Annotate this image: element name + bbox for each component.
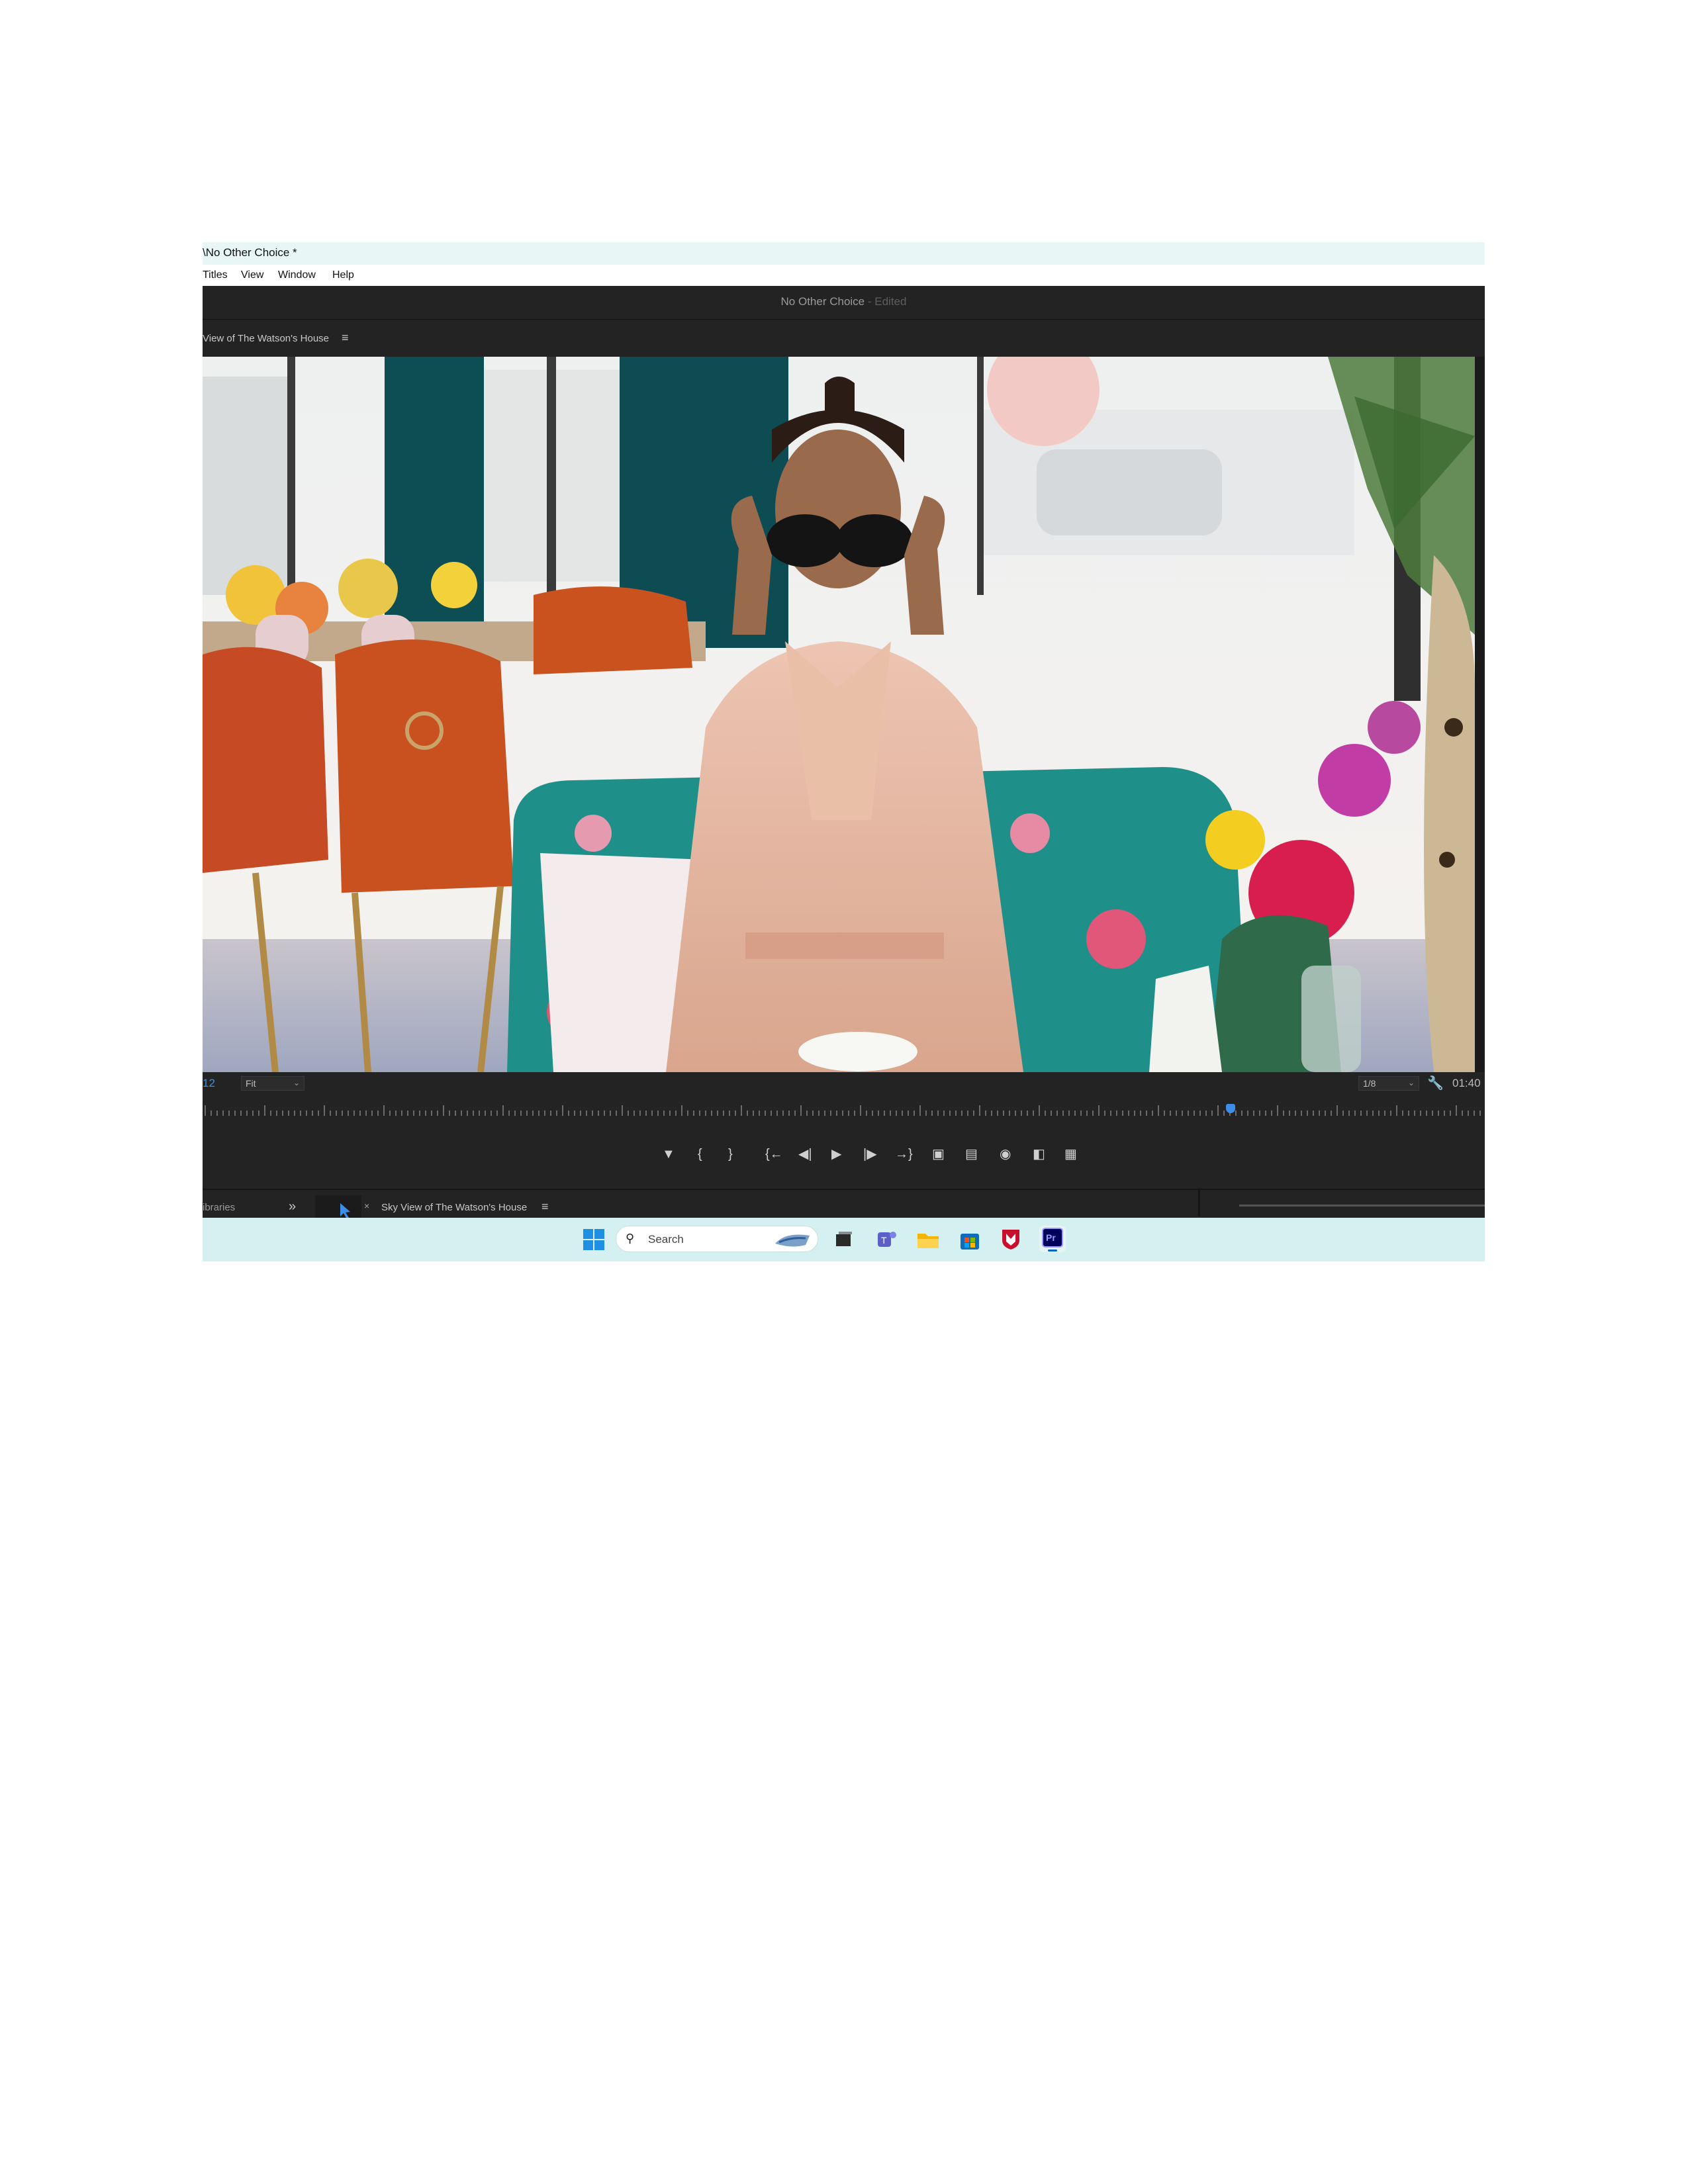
file-explorer-icon[interactable] [916, 1228, 940, 1251]
program-monitor-video [203, 357, 1475, 1072]
svg-text:T: T [881, 1235, 887, 1246]
windows-taskbar: ⚲ Search T Pr [203, 1218, 1485, 1261]
project-name: No Other Choice [780, 295, 865, 308]
transport-controls: ▼ { } {← ◀| ▶ |▶ →} ▣ ▤ ◉ ◧ ▦ [203, 1124, 1485, 1189]
mark-in-icon[interactable]: { [698, 1148, 702, 1161]
hamburger-menu-icon[interactable]: ≡ [342, 331, 349, 345]
selection-tool-box[interactable] [315, 1195, 361, 1220]
search-icon: ⚲ [626, 1232, 635, 1245]
sequence-tab[interactable]: Sky View of The Watson's House [381, 1202, 527, 1213]
playback-resolution-value: 1/8 [1363, 1078, 1376, 1089]
menu-bar: Titles View Window Help [203, 265, 1485, 286]
playhead-timecode[interactable]: 12 [203, 1077, 215, 1090]
project-title: No Other Choice - Edited [203, 295, 1485, 308]
task-view-icon[interactable] [834, 1230, 854, 1250]
export-frame-icon[interactable]: ◉ [1000, 1148, 1011, 1161]
playback-resolution-select[interactable]: 1/8 ⌄ [1358, 1076, 1419, 1091]
menu-item-help[interactable]: Help [332, 269, 354, 281]
panel-divider[interactable] [1198, 1190, 1200, 1216]
video-frame-image [203, 357, 1475, 1072]
duration-timecode: 01:40 [1452, 1077, 1481, 1089]
zoom-level-select[interactable]: Fit ⌄ [241, 1076, 305, 1091]
close-icon[interactable]: × [364, 1201, 369, 1211]
add-marker-icon[interactable]: ▼ [662, 1148, 675, 1161]
menu-item-window[interactable]: Window [278, 269, 316, 281]
edited-status: - Edited [867, 295, 907, 308]
widget-icon[interactable] [773, 1229, 814, 1250]
monitor-right-edge [1475, 357, 1485, 1072]
app-screenshot: \No Other Choice * Titles View Window He… [203, 242, 1485, 1261]
active-app-indicator [1048, 1250, 1057, 1251]
menu-item-view[interactable]: View [241, 269, 263, 281]
premiere-pro-icon: Pr [1042, 1228, 1063, 1248]
taskbar-search-input[interactable]: ⚲ Search [616, 1226, 818, 1252]
premiere-taskbar-button[interactable]: Pr [1039, 1226, 1066, 1252]
hamburger-menu-icon[interactable]: ≡ [541, 1200, 549, 1214]
selection-arrow-icon [340, 1203, 350, 1219]
timeline-track-line [1239, 1205, 1485, 1206]
store-icon[interactable] [959, 1228, 981, 1251]
chevron-double-right-icon[interactable]: » [289, 1199, 296, 1214]
button-editor-icon[interactable]: ▦ [1064, 1148, 1077, 1161]
zoom-level-value: Fit [246, 1078, 256, 1089]
source-panel-tab[interactable]: View of The Watson's House [203, 333, 329, 344]
wrench-icon[interactable]: 🔧 [1427, 1075, 1444, 1091]
play-icon[interactable]: ▶ [831, 1148, 841, 1161]
search-placeholder: Search [648, 1233, 684, 1246]
playhead-handle[interactable] [1226, 1104, 1235, 1113]
source-panel-header: View of The Watson's House ≡ [203, 320, 1485, 357]
comparison-view-icon[interactable]: ◧ [1033, 1148, 1045, 1161]
step-forward-icon[interactable]: |▶ [863, 1148, 877, 1161]
time-ruler[interactable] [203, 1095, 1485, 1124]
go-to-in-icon[interactable]: {← [765, 1148, 783, 1161]
mark-out-icon[interactable]: } [728, 1148, 733, 1161]
windows-start-icon[interactable] [583, 1228, 605, 1251]
overwrite-icon[interactable]: ▤ [965, 1148, 978, 1161]
go-to-out-icon[interactable]: →} [895, 1148, 913, 1161]
menu-item-titles[interactable]: Titles [203, 269, 228, 281]
chevron-down-icon: ⌄ [1407, 1078, 1415, 1087]
window-title-bar: \No Other Choice * [203, 242, 1485, 265]
premiere-pro-label: Pr [1046, 1232, 1056, 1243]
app-header: No Other Choice - Edited [203, 286, 1485, 320]
ruler-ticks [205, 1105, 1481, 1116]
mcafee-icon[interactable] [1000, 1227, 1022, 1251]
monitor-controls-row: 12 Fit ⌄ 1/8 ⌄ 🔧 01:40 [203, 1072, 1485, 1095]
libraries-tab[interactable]: ibraries [203, 1202, 235, 1213]
teams-icon[interactable]: T [875, 1228, 898, 1251]
insert-icon[interactable]: ▣ [932, 1148, 945, 1161]
step-back-icon[interactable]: ◀| [798, 1148, 812, 1161]
window-title: \No Other Choice * [203, 246, 297, 259]
chevron-down-icon: ⌄ [293, 1078, 300, 1087]
